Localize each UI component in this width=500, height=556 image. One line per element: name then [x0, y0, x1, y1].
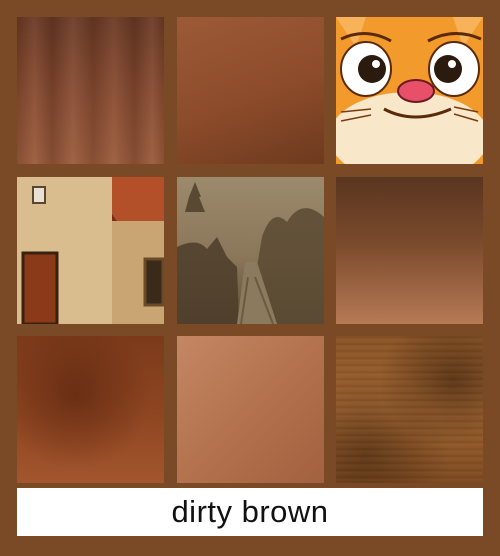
cartoon-cat-image	[336, 17, 483, 164]
foggy-road-image	[177, 177, 324, 324]
gradient-swatch	[177, 17, 324, 164]
wood-texture-swatch	[336, 336, 483, 483]
gradient-swatch	[17, 336, 164, 483]
fabric-swatch	[17, 17, 164, 164]
old-house-image	[17, 177, 164, 324]
gradient-swatch	[177, 336, 324, 483]
gradient-swatch	[336, 177, 483, 324]
caption-text: dirty brown	[171, 494, 329, 529]
caption-bar: dirty brown	[17, 488, 483, 536]
